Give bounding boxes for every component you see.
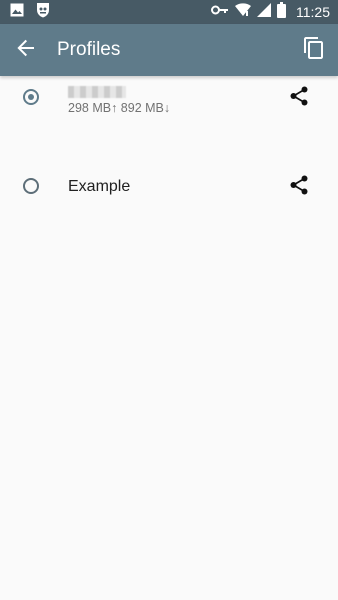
profile-usage: 298 MB↑ 892 MB↓ (68, 101, 171, 115)
page-title: Profiles (57, 39, 121, 60)
share-icon (289, 86, 309, 111)
profile-row[interactable]: Example (0, 120, 338, 195)
key-icon (211, 3, 229, 21)
radio-dot (28, 94, 34, 100)
image-icon (10, 3, 24, 22)
status-bar: 11:25 (0, 0, 338, 24)
share-icon (289, 175, 309, 200)
share-button[interactable] (287, 86, 311, 110)
shield-app-icon (36, 2, 50, 23)
share-button[interactable] (287, 175, 311, 199)
profile-radio-selected[interactable] (23, 89, 39, 105)
app-bar: Profiles (0, 24, 338, 76)
copy-button[interactable] (300, 36, 328, 64)
back-button[interactable] (12, 36, 40, 64)
copy-icon (304, 36, 324, 64)
profile-list: 298 MB↑ 892 MB↓ Example (0, 76, 338, 195)
profile-radio-unselected[interactable] (23, 178, 39, 194)
status-right-icons: 11:25 (211, 1, 330, 23)
profile-row[interactable]: 298 MB↑ 892 MB↓ (0, 76, 338, 120)
wifi-icon (235, 2, 251, 22)
status-time: 11:25 (296, 4, 330, 20)
status-left-icons (10, 2, 50, 23)
signal-icon (257, 2, 271, 22)
profile-name: Example (68, 178, 131, 195)
battery-icon (277, 1, 286, 23)
arrow-back-icon (17, 39, 35, 62)
profile-name-redacted (68, 86, 126, 98)
